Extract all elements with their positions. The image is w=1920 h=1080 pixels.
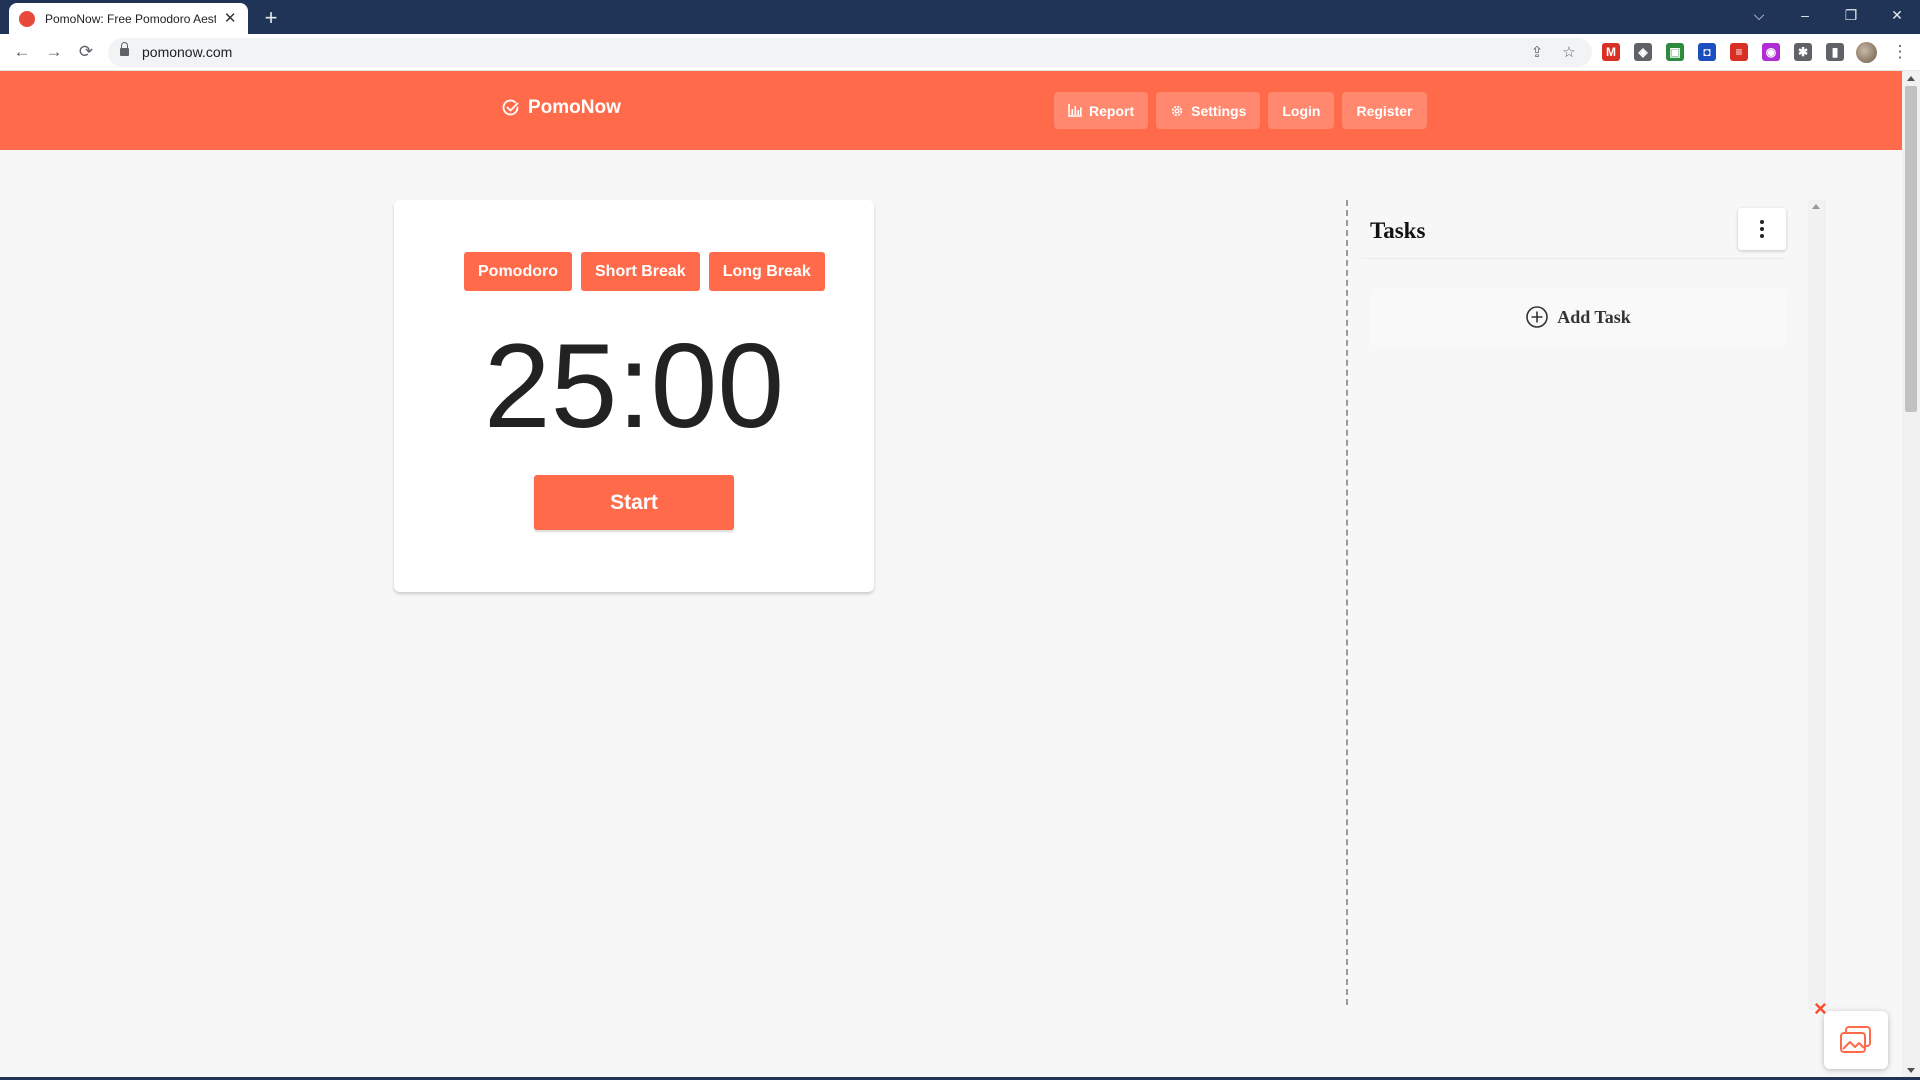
tab-title: PomoNow: Free Pomodoro Aesthetic (45, 11, 217, 26)
site-nav: Report Settings Login Register (1054, 92, 1427, 129)
lock-icon (120, 42, 129, 57)
login-button[interactable]: Login (1268, 92, 1335, 129)
green-square-icon[interactable]: ▣ (1666, 43, 1684, 61)
tasks-menu-button[interactable] (1738, 208, 1786, 250)
tasks-separator (1362, 258, 1786, 259)
gmail-icon[interactable]: M (1602, 43, 1620, 61)
start-button[interactable]: Start (534, 475, 734, 530)
blue-shield-icon[interactable]: ◘ (1698, 43, 1716, 61)
tomato-favicon-icon (19, 10, 35, 27)
pomodoro-mode-button[interactable]: Pomodoro (464, 252, 572, 291)
tab-search-icon[interactable]: ⌵ (1736, 0, 1782, 30)
page-scroll-up-icon[interactable] (1907, 76, 1915, 81)
address-bar[interactable]: pomonow.com ⇪ ☆ (108, 38, 1592, 67)
timer-card: Pomodoro Short Break Long Break 25:00 St… (394, 200, 874, 592)
browser-menu-icon[interactable]: ⋮ (1886, 38, 1914, 66)
settings-button[interactable]: Settings (1156, 92, 1261, 129)
report-button[interactable]: Report (1054, 92, 1149, 129)
tasks-scrollbar[interactable] (1808, 200, 1826, 1010)
mode-selector: Pomodoro Short Break Long Break (464, 252, 825, 291)
browser-toolbar: ← → ⟳ pomonow.com ⇪ ☆ M ◈ ▣ ◘ ≡ ◉ ✱ ▮ ⋮ (0, 34, 1920, 71)
forward-button[interactable]: → (40, 38, 68, 66)
browser-tab-bar: PomoNow: Free Pomodoro Aesthetic ✕ + ⌵ –… (0, 0, 1920, 34)
add-task-button[interactable]: Add Task (1370, 288, 1786, 346)
brand-name: PomoNow (528, 97, 621, 118)
short-break-mode-button[interactable]: Short Break (581, 252, 700, 291)
image-widget-button[interactable] (1824, 1011, 1888, 1069)
page-scroll-down-icon[interactable] (1907, 1068, 1915, 1073)
restore-button[interactable]: ❐ (1828, 0, 1874, 30)
page-scroll-thumb[interactable] (1905, 86, 1917, 412)
close-window-button[interactable]: ✕ (1874, 0, 1920, 30)
plus-circle-icon (1526, 306, 1549, 328)
reload-button[interactable]: ⟳ (72, 38, 100, 66)
login-label: Login (1282, 102, 1321, 119)
back-button[interactable]: ← (8, 38, 36, 66)
new-tab-button[interactable]: + (258, 5, 284, 31)
sidepanel-icon[interactable]: ▮ (1826, 43, 1844, 61)
minimize-button[interactable]: – (1782, 0, 1828, 30)
add-task-label: Add Task (1557, 306, 1631, 327)
tasks-title: Tasks (1370, 218, 1426, 243)
diamond-icon[interactable]: ◈ (1634, 43, 1652, 61)
site-header: PomoNow Report Settings Login Register (0, 71, 1902, 150)
puzzle-icon[interactable]: ✱ (1794, 43, 1812, 61)
scroll-up-arrow-icon[interactable] (1812, 204, 1820, 209)
url-text: pomonow.com (142, 44, 233, 60)
gallery-icon (1840, 1026, 1871, 1053)
report-label: Report (1089, 102, 1135, 119)
register-label: Register (1356, 102, 1413, 119)
chart-icon (1068, 104, 1082, 117)
page-scrollbar[interactable] (1902, 71, 1920, 1080)
register-button[interactable]: Register (1342, 92, 1427, 129)
long-break-mode-button[interactable]: Long Break (708, 252, 825, 291)
dashed-divider (1346, 200, 1348, 1005)
red-stack-icon[interactable]: ≡ (1730, 43, 1748, 61)
kebab-menu-icon (1760, 220, 1764, 224)
share-icon[interactable]: ⇪ (1526, 42, 1548, 64)
gear-icon (1172, 105, 1183, 116)
settings-label: Settings (1191, 102, 1247, 119)
tab-close-icon[interactable]: ✕ (222, 10, 238, 27)
tasks-panel: Tasks Add Task (1362, 200, 1786, 1010)
check-circle-icon (502, 99, 519, 116)
bookmark-star-icon[interactable]: ☆ (1558, 42, 1580, 64)
purple-circle-icon[interactable]: ◉ (1762, 43, 1780, 61)
profile-avatar[interactable] (1856, 42, 1877, 63)
brand-logo[interactable]: PomoNow (502, 97, 621, 119)
timer-display: 25:00 (483, 319, 785, 453)
browser-tab[interactable]: PomoNow: Free Pomodoro Aesthetic ✕ (9, 3, 248, 34)
